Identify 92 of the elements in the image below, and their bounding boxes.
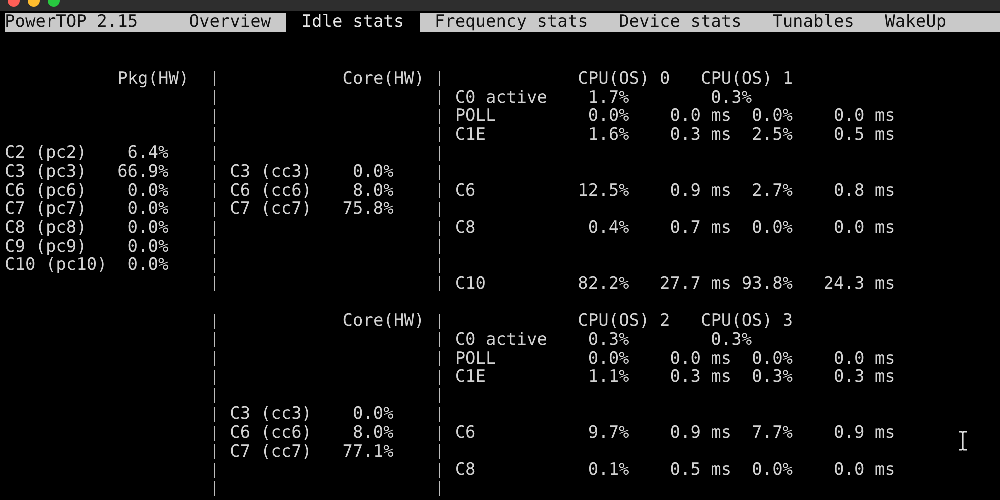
residency-value: 9.7% (588, 423, 630, 444)
menu-tab[interactable]: Frequency stats (420, 13, 604, 32)
state-label: C10 (455, 274, 486, 294)
duration-value: 0.9 ms (670, 423, 732, 444)
duration-value: 0.0 ms (670, 348, 732, 369)
duration-value: 0.7 ms (670, 218, 732, 238)
column-header: Pkg(HW) (118, 68, 190, 89)
state-label: C2 (pc2) (5, 143, 87, 164)
state-label: C8 (pc8) (5, 218, 87, 238)
residency-value: 0.3% (711, 88, 753, 108)
state-label: C9 (pc9) (5, 236, 87, 257)
residency-value: 0.4% (588, 218, 630, 238)
state-label: C6 (pc6) (5, 180, 87, 201)
duration-value: 24.3 ms (824, 274, 896, 294)
column-header: Core(HW) (342, 311, 425, 332)
state-label: C7 (pc7) (5, 199, 87, 220)
state-label: C3 (cc3) (230, 162, 312, 182)
duration-value: 27.7 ms (660, 274, 732, 294)
menu-tab[interactable]: WakeUp (870, 13, 962, 32)
duration-value: 0.5 ms (670, 460, 732, 480)
state-label: C7 (cc7) (230, 442, 312, 462)
residency-value: 8.0% (352, 423, 394, 444)
menu-tab[interactable]: Device stats (604, 13, 758, 32)
duration-value: 0.8 ms (834, 180, 896, 201)
duration-value: 0.9 ms (834, 423, 896, 444)
text-cursor-icon (957, 431, 969, 451)
residency-value: 77.1% (342, 442, 394, 462)
residency-value: 75.8% (342, 199, 394, 220)
residency-value: 0.0% (752, 218, 794, 238)
residency-value: 1.7% (588, 88, 630, 108)
residency-value: 66.9% (118, 162, 169, 182)
state-label: C1E (455, 124, 486, 145)
duration-value: 0.5 ms (834, 124, 896, 145)
residency-value: 0.0% (752, 348, 794, 369)
state-label: C0 active (455, 330, 548, 350)
residency-value: 8.0% (352, 180, 394, 201)
duration-value: 0.0 ms (670, 106, 732, 126)
residency-value: 7.7% (752, 423, 794, 444)
residency-value: 0.0% (352, 404, 394, 424)
residency-value: 0.0% (128, 199, 169, 220)
residency-value: 0.0% (128, 180, 169, 201)
duration-value: 0.0 ms (834, 106, 896, 126)
duration-value: 0.3 ms (670, 124, 732, 145)
duration-value: 0.0 ms (834, 218, 896, 238)
residency-value: 1.1% (588, 367, 630, 388)
residency-value: 6.4% (128, 143, 169, 164)
state-label: C3 (cc3) (230, 404, 312, 424)
residency-value: 0.0% (752, 106, 794, 126)
state-label: C6 (455, 180, 476, 201)
duration-value: 0.0 ms (834, 348, 896, 369)
column-header: CPU(OS) 0 (578, 68, 670, 89)
duration-value: 0.3 ms (670, 367, 732, 388)
state-label: C8 (455, 218, 476, 238)
state-label: C6 (455, 423, 476, 444)
residency-value: 0.0% (752, 460, 794, 480)
state-label: C3 (pc3) (5, 162, 87, 182)
state-label: C6 (cc6) (230, 423, 312, 444)
residency-value: 0.0% (588, 106, 630, 126)
residency-value: 2.7% (752, 180, 794, 201)
residency-value: 1.6% (588, 124, 630, 145)
column-header: Core(HW) (342, 68, 425, 89)
residency-value: 0.0% (128, 236, 169, 257)
menu-tab[interactable]: Overview (174, 13, 286, 32)
residency-value: 12.5% (578, 180, 630, 201)
state-label: C10 (pc10) (5, 255, 108, 276)
residency-value: 82.2% (578, 274, 630, 294)
column-header: CPU(OS) 2 (578, 311, 670, 332)
residency-value: 0.0% (128, 218, 169, 238)
residency-value: 0.0% (352, 162, 394, 182)
residency-value: 0.3% (588, 330, 630, 350)
state-label: POLL (455, 106, 496, 126)
residency-value: 0.3% (752, 367, 794, 388)
residency-value: 2.5% (752, 124, 794, 145)
duration-value: 0.3 ms (834, 367, 896, 388)
state-label: C6 (cc6) (230, 180, 312, 201)
state-label: C1E (455, 367, 486, 388)
residency-value: 0.3% (711, 330, 753, 350)
duration-value: 0.0 ms (834, 460, 896, 480)
duration-value: 0.9 ms (670, 180, 732, 201)
column-header: CPU(OS) 1 (700, 68, 794, 89)
residency-value: 0.1% (588, 460, 630, 480)
residency-value: 0.0% (128, 255, 169, 276)
state-label: POLL (455, 348, 496, 369)
app-title: PowerTOP 2.15 (5, 12, 138, 32)
state-label: C7 (cc7) (230, 199, 312, 220)
column-header: CPU(OS) 3 (700, 311, 794, 332)
menu-tab[interactable]: Tunables (757, 13, 870, 32)
state-label: C8 (455, 460, 476, 480)
residency-value: 0.0% (588, 348, 630, 369)
menu-tab[interactable]: Idle stats (286, 13, 420, 32)
state-label: C0 active (455, 88, 548, 108)
residency-value: 93.8% (742, 274, 794, 294)
